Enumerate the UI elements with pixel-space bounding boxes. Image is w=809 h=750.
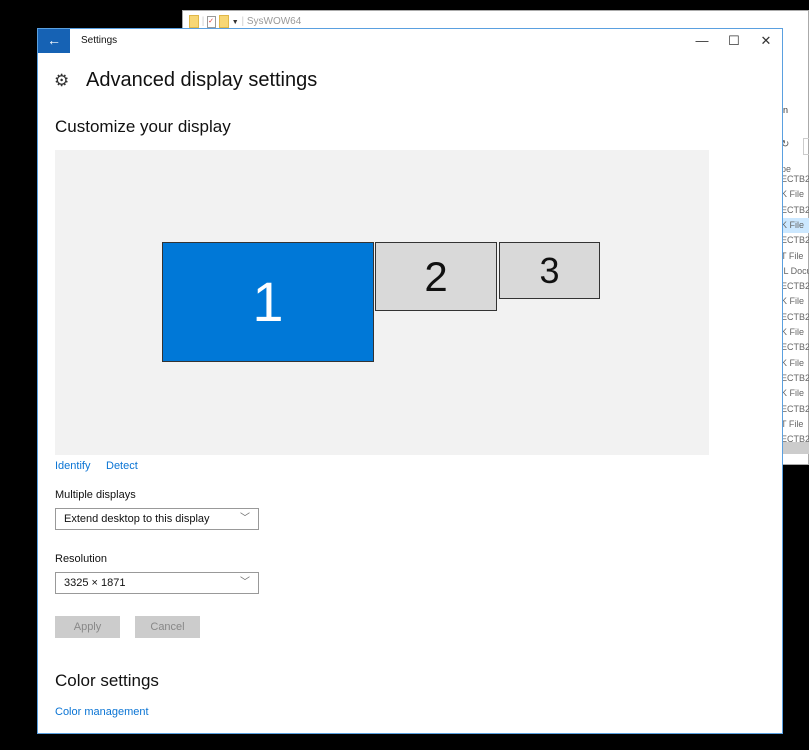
file-list-item[interactable]: K File xyxy=(781,356,809,371)
file-list-item[interactable]: ECTB2 xyxy=(781,172,809,187)
color-management-link[interactable]: Color management xyxy=(55,706,149,718)
color-settings-title: Color settings xyxy=(55,671,159,690)
file-list-item[interactable]: T File xyxy=(781,249,809,264)
file-list-item[interactable]: ECTB2 xyxy=(781,340,809,355)
back-button[interactable]: ← xyxy=(38,29,70,53)
explorer-path: SysWOW64 xyxy=(246,16,302,28)
display-arrangement: 1 2 3 xyxy=(55,150,709,455)
cancel-button[interactable]: Cancel xyxy=(135,616,200,638)
file-list-item[interactable]: ECTB2 xyxy=(781,371,809,386)
file-list-item[interactable]: K File xyxy=(781,325,809,340)
multiple-displays-label: Multiple displays xyxy=(55,489,136,501)
file-list-item[interactable]: ECTB2 xyxy=(781,402,809,417)
file-list-item[interactable]: K File xyxy=(781,187,809,202)
file-list-item[interactable]: T File xyxy=(781,417,809,432)
gear-icon: ⚙ xyxy=(54,71,70,90)
new-folder-icon[interactable] xyxy=(218,15,229,28)
chevron-down-icon[interactable]: ▼ xyxy=(232,19,239,26)
resolution-dropdown[interactable]: 3325 × 1871 ﹀ xyxy=(55,572,259,594)
display-2[interactable]: 2 xyxy=(375,242,497,311)
file-list-item[interactable]: K File xyxy=(781,386,809,401)
chevron-down-icon: ﹀ xyxy=(240,513,250,524)
dropdown-value: 3325 × 1871 xyxy=(64,577,126,589)
file-list-item[interactable]: ECTB2 xyxy=(781,279,809,294)
file-list-item[interactable]: IL Docu xyxy=(781,264,809,279)
identify-link[interactable]: Identify xyxy=(55,460,90,472)
search-box[interactable] xyxy=(803,138,809,155)
page-title: Advanced display settings xyxy=(86,69,318,91)
close-button[interactable]: ✕ xyxy=(756,33,776,49)
section-title: Customize your display xyxy=(55,117,231,136)
minimize-button[interactable]: — xyxy=(692,33,712,48)
separator: | xyxy=(241,16,245,28)
horizontal-scrollbar[interactable] xyxy=(781,442,809,454)
multiple-displays-dropdown[interactable]: Extend desktop to this display ﹀ xyxy=(55,508,259,530)
file-list-item[interactable]: K File xyxy=(781,294,809,309)
file-list-item[interactable]: K File xyxy=(781,217,809,233)
folder-icon xyxy=(189,15,199,28)
properties-icon[interactable]: ✓ xyxy=(207,15,217,28)
window-title: Settings xyxy=(81,35,118,46)
chevron-down-icon: ﹀ xyxy=(240,577,250,588)
resolution-label: Resolution xyxy=(55,553,107,565)
file-list-item[interactable]: ECTB2 xyxy=(781,310,809,325)
detect-link[interactable]: Detect xyxy=(106,460,138,472)
settings-window: ← Settings — ☐ ✕ ⚙ Advanced display sett… xyxy=(37,28,783,734)
apply-button[interactable]: Apply xyxy=(55,616,120,638)
file-list-item[interactable]: ECTB2 xyxy=(781,233,809,248)
file-list-item[interactable]: ECTB2 xyxy=(781,203,809,218)
maximize-button[interactable]: ☐ xyxy=(724,33,744,49)
dropdown-value: Extend desktop to this display xyxy=(64,513,210,525)
display-3[interactable]: 3 xyxy=(499,242,600,299)
separator: | xyxy=(201,16,205,28)
ribbon-label: n xyxy=(783,105,789,115)
display-1[interactable]: 1 xyxy=(162,242,374,362)
